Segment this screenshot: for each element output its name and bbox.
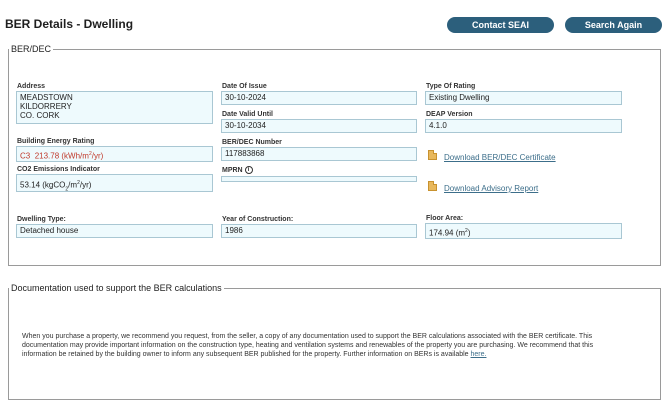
ber-dec-number-label: BER/DEC Number — [222, 139, 282, 146]
further-info-link[interactable]: here. — [471, 351, 487, 358]
floor-area-label: Floor Area: — [426, 215, 464, 222]
documentation-paragraph: When you purchase a property, we recomme… — [22, 332, 622, 359]
ber-value: 213.78 — [34, 151, 60, 161]
address-line-1: MEADSTOWN — [20, 93, 73, 102]
date-of-issue-label: Date Of Issue — [222, 83, 267, 90]
documentation-legend: Documentation used to support the BER ca… — [11, 283, 222, 293]
type-of-rating-field: Existing Dwelling — [425, 91, 622, 105]
ber-rating-field: C3 213.78 (kWh/m2/yr) — [16, 146, 213, 162]
co2-unit: (kgCO — [42, 180, 66, 190]
year-label: Year of Construction: — [222, 216, 294, 223]
mprn-field — [221, 176, 417, 182]
co2-label: CO2 Emissions Indicator — [17, 166, 100, 173]
download-advisory-link[interactable]: Download Advisory Report — [444, 184, 538, 193]
floor-area-value: 174.94 — [429, 228, 454, 238]
ber-grade: C3 — [20, 151, 31, 161]
contact-seai-button[interactable]: Contact SEAI — [447, 17, 554, 33]
date-valid-until-field: 30-10-2034 — [221, 119, 417, 133]
date-valid-until-label: Date Valid Until — [222, 111, 273, 118]
co2-unit-post: /yr) — [79, 180, 92, 190]
download-certificate-link[interactable]: Download BER/DEC Certificate — [444, 153, 556, 162]
floor-area-unit: (m — [455, 228, 466, 238]
ber-unit-post: /yr) — [91, 151, 104, 161]
year-field: 1986 — [221, 224, 417, 238]
floor-area-unit-post: ) — [467, 228, 471, 238]
dwelling-type-label: Dwelling Type: — [17, 216, 66, 223]
address-line-3: CO. CORK — [20, 111, 60, 120]
documentation-text: When you purchase a property, we recomme… — [22, 333, 594, 358]
floor-area-field: 174.94 (m2) — [425, 223, 622, 239]
ber-dec-number-field: 117883868 — [221, 147, 417, 161]
co2-unit-mid: /m — [68, 180, 78, 190]
co2-value: 53.14 — [20, 180, 41, 190]
ber-dec-legend: BER/DEC — [11, 44, 52, 54]
co2-field: 53.14 (kgCO2/m2/yr) — [16, 174, 213, 192]
search-again-button[interactable]: Search Again — [565, 17, 662, 33]
document-icon — [428, 181, 437, 191]
ber-label: Building Energy Rating — [17, 138, 95, 145]
mprn-label: MPRN — [222, 167, 243, 174]
page-title: BER Details - Dwelling — [5, 17, 134, 31]
address-line-2: KILDORRERY — [20, 102, 72, 111]
address-field: MEADSTOWN KILDORRERY CO. CORK — [16, 91, 213, 124]
ber-unit: (kWh/m — [61, 151, 89, 161]
address-label: Address — [17, 83, 46, 90]
info-icon[interactable]: i — [244, 166, 253, 175]
deap-version-field: 4.1.0 — [425, 119, 622, 133]
date-of-issue-field: 30-10-2024 — [221, 91, 417, 105]
document-icon — [428, 150, 437, 160]
deap-version-label: DEAP Version — [426, 111, 473, 118]
dwelling-type-field: Detached house — [16, 224, 213, 238]
type-of-rating-label: Type Of Rating — [426, 83, 476, 90]
mprn-label-row: MPRN i — [222, 166, 253, 175]
